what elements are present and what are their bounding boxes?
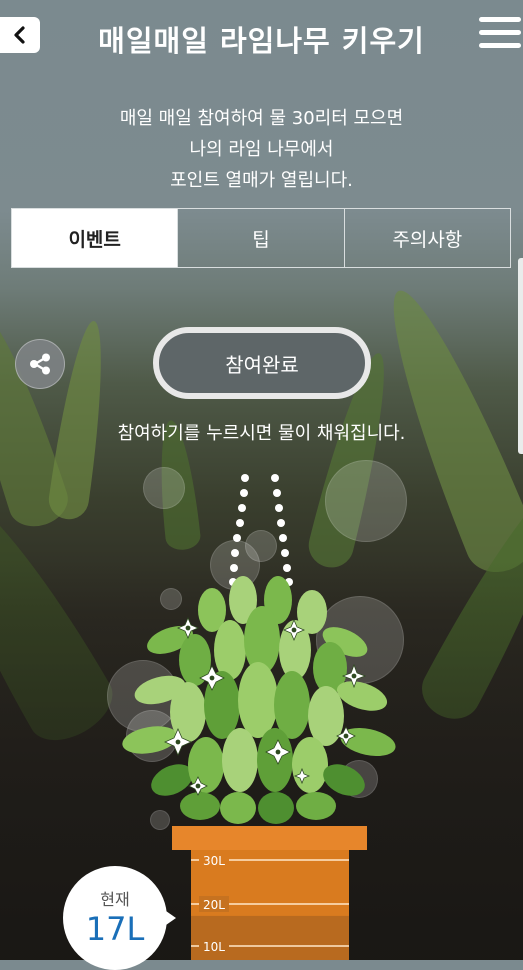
gauge-mark-30: 30L bbox=[203, 854, 225, 868]
current-label: 현재 bbox=[100, 890, 130, 909]
current-level-badge: 현재 17L bbox=[63, 866, 176, 970]
gauge-mark-10: 10L bbox=[203, 940, 225, 954]
tree-leaves bbox=[122, 576, 396, 824]
gauge-mark-20: 20L bbox=[203, 898, 225, 912]
lime-tree-illustration: 30L 20L 10L bbox=[122, 474, 396, 960]
current-value: 17L bbox=[85, 910, 145, 948]
water-drops bbox=[229, 474, 293, 586]
